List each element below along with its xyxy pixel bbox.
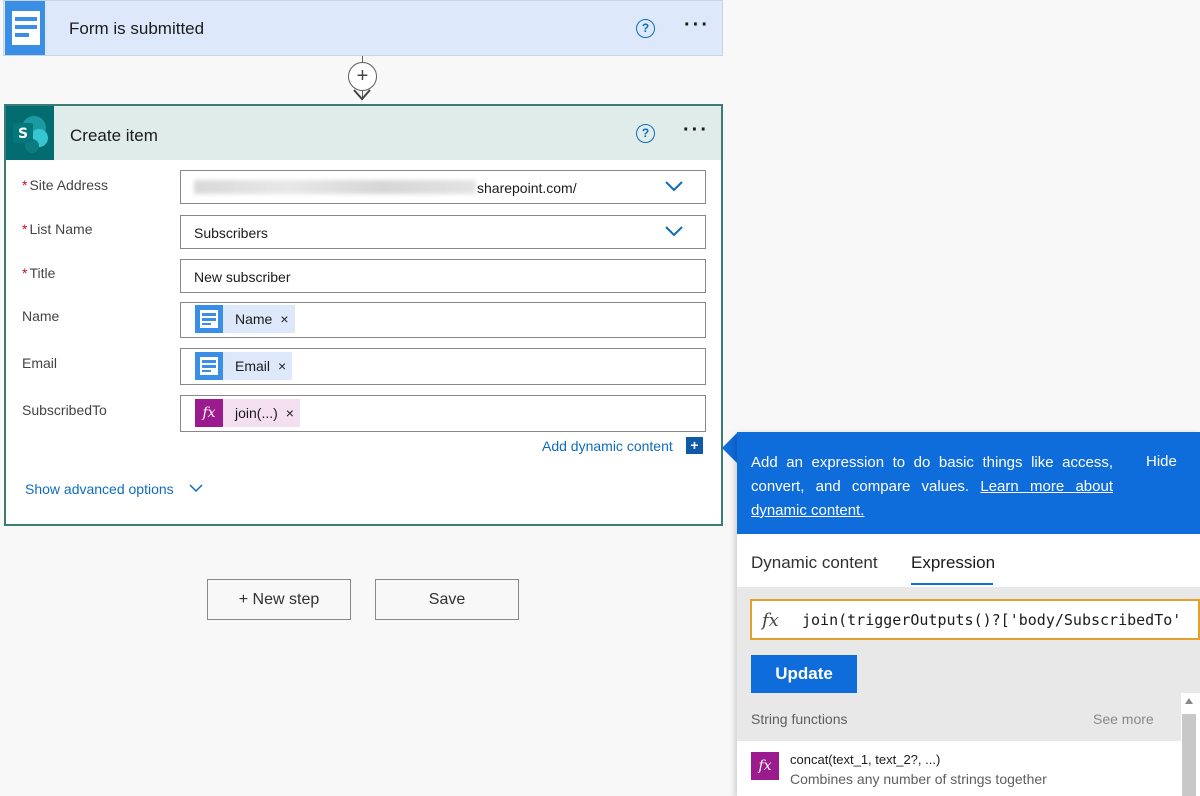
save-button[interactable]: Save bbox=[375, 579, 519, 620]
update-button[interactable]: Update bbox=[751, 655, 857, 693]
email-input[interactable]: Email × bbox=[180, 348, 706, 385]
trigger-title: Form is submitted bbox=[69, 19, 205, 38]
action-card-create-item: S Create item ? ··· * Site Address sharep… bbox=[4, 104, 723, 526]
subscribedto-label: SubscribedTo bbox=[22, 402, 107, 418]
expression-editor-area: fx join(triggerOutputs()?['body/Subscrib… bbox=[737, 587, 1200, 693]
token-label: Name bbox=[235, 311, 273, 327]
function-name: concat(text_1, text_2?, ...) bbox=[790, 752, 941, 767]
function-description: Combines any number of strings together bbox=[790, 771, 1047, 787]
title-input[interactable]: New subscriber bbox=[180, 259, 706, 293]
dynamic-content-panel: Add an expression to do basic things lik… bbox=[737, 432, 1200, 796]
sharepoint-icon: S bbox=[6, 106, 54, 160]
new-step-button[interactable]: + New step bbox=[207, 579, 351, 620]
forms-icon bbox=[195, 352, 223, 380]
list-name-value: Subscribers bbox=[194, 225, 268, 241]
email-token[interactable]: Email × bbox=[195, 352, 293, 380]
email-label: Email bbox=[22, 355, 58, 371]
site-address-dropdown[interactable]: sharepoint.com/ bbox=[180, 170, 706, 204]
remove-token-icon[interactable]: × bbox=[278, 358, 286, 374]
remove-token-icon[interactable]: × bbox=[286, 405, 294, 421]
svg-text:S: S bbox=[18, 126, 28, 142]
forms-icon bbox=[195, 305, 223, 333]
chevron-down-icon[interactable] bbox=[665, 179, 683, 193]
name-label: Name bbox=[22, 308, 60, 324]
token-label: join(...) bbox=[235, 405, 278, 421]
section-title: String functions bbox=[751, 711, 848, 727]
name-input[interactable]: Name × bbox=[180, 302, 706, 338]
title-label: * Title bbox=[22, 265, 56, 281]
redacted-site-url bbox=[194, 180, 476, 194]
more-options-icon[interactable]: ··· bbox=[683, 119, 709, 142]
list-name-dropdown[interactable]: Subscribers bbox=[180, 215, 706, 249]
remove-token-icon[interactable]: × bbox=[280, 311, 288, 327]
chevron-down-icon[interactable] bbox=[189, 483, 203, 494]
expression-text: join(triggerOutputs()?['body/SubscribedT… bbox=[802, 611, 1182, 629]
fx-icon: fx bbox=[751, 752, 779, 780]
action-card-header[interactable]: S Create item ? ··· bbox=[6, 106, 721, 160]
tab-expression[interactable]: Expression bbox=[911, 553, 995, 573]
scroll-up-icon[interactable] bbox=[1185, 698, 1193, 704]
panel-header: Add an expression to do basic things lik… bbox=[737, 432, 1200, 534]
action-title: Create item bbox=[70, 126, 158, 145]
forms-icon bbox=[5, 1, 45, 55]
show-advanced-options-link[interactable]: Show advanced options bbox=[25, 481, 174, 497]
panel-description: Add an expression to do basic things lik… bbox=[751, 454, 1113, 519]
panel-scrollbar[interactable] bbox=[1182, 714, 1196, 796]
trigger-card-form-submitted[interactable]: Form is submitted ? ··· bbox=[3, 0, 723, 56]
hide-panel-link[interactable]: Hide bbox=[1146, 453, 1177, 470]
panel-pointer bbox=[722, 433, 737, 463]
list-name-label: * List Name bbox=[22, 221, 93, 237]
help-icon[interactable]: ? bbox=[636, 124, 655, 143]
expression-token[interactable]: fx join(...) × bbox=[195, 399, 300, 427]
see-more-link[interactable]: See more bbox=[1093, 711, 1154, 727]
site-address-label: * Site Address bbox=[22, 177, 109, 193]
title-value: New subscriber bbox=[194, 269, 291, 285]
add-dynamic-content-icon[interactable]: + bbox=[686, 437, 703, 454]
expression-input[interactable]: fx join(triggerOutputs()?['body/Subscrib… bbox=[750, 599, 1200, 640]
down-arrow-icon bbox=[353, 89, 371, 101]
chevron-down-icon[interactable] bbox=[665, 224, 683, 238]
fx-icon: fx bbox=[195, 399, 223, 427]
site-address-value: sharepoint.com/ bbox=[477, 180, 577, 196]
more-options-icon[interactable]: ··· bbox=[684, 14, 710, 37]
fx-icon: fx bbox=[762, 610, 779, 631]
active-tab-indicator bbox=[911, 583, 993, 585]
help-icon[interactable]: ? bbox=[636, 19, 655, 38]
name-token[interactable]: Name × bbox=[195, 305, 295, 333]
add-dynamic-content-link[interactable]: Add dynamic content bbox=[542, 438, 673, 454]
tab-dynamic-content[interactable]: Dynamic content bbox=[751, 553, 878, 573]
token-label: Email bbox=[235, 358, 271, 374]
function-item-concat[interactable]: fx concat(text_1, text_2?, ...) Combines… bbox=[737, 741, 1181, 796]
string-functions-section: String functions See more bbox=[737, 693, 1181, 741]
subscribedto-input[interactable]: fx join(...) × bbox=[180, 395, 706, 432]
